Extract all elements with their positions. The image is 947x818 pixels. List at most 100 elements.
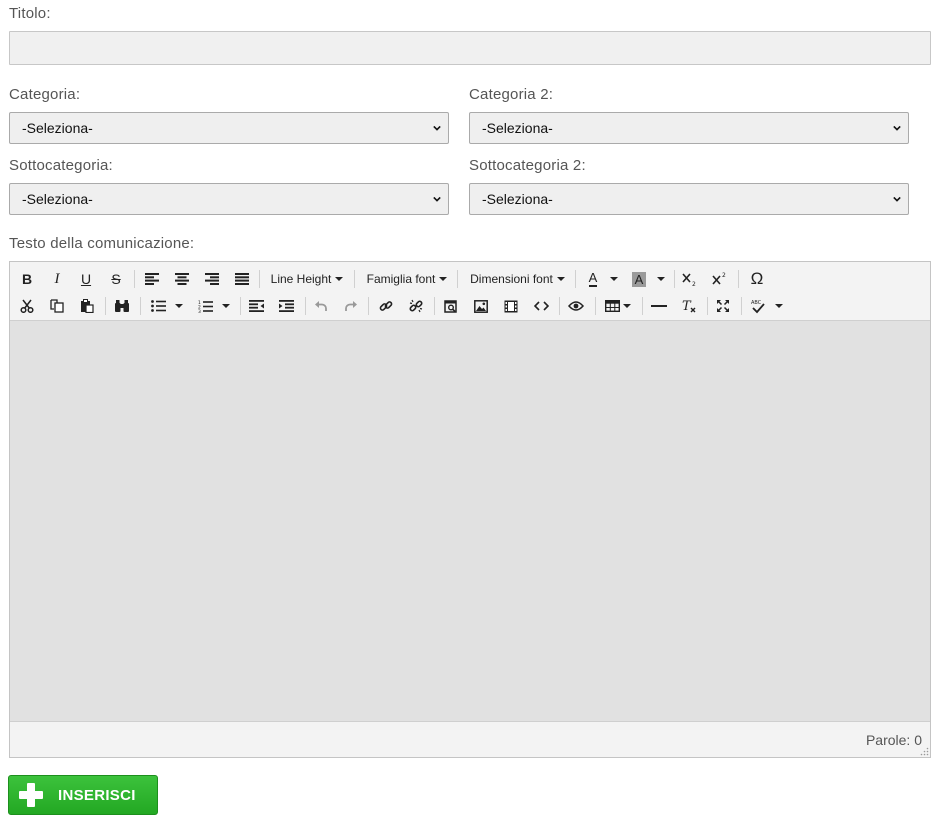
folder-search-icon xyxy=(444,300,457,313)
numbered-list-caret[interactable] xyxy=(220,295,232,317)
table-dropdown[interactable] xyxy=(601,295,635,317)
insert-link-button[interactable] xyxy=(376,295,396,317)
chevron-down-icon xyxy=(433,125,441,131)
copy-button[interactable] xyxy=(47,295,67,317)
film-icon xyxy=(504,300,518,312)
cut-button[interactable] xyxy=(17,295,37,317)
eye-icon xyxy=(568,301,584,311)
bold-button[interactable]: B xyxy=(18,268,36,290)
font-size-dropdown[interactable]: Dimensioni font xyxy=(465,268,570,290)
line-height-label: Line Height xyxy=(270,272,332,286)
paste-button[interactable] xyxy=(77,295,97,317)
title-input[interactable] xyxy=(9,31,931,65)
scissors-icon xyxy=(20,299,34,313)
undo-icon xyxy=(315,301,327,311)
remove-link-button[interactable] xyxy=(406,295,426,317)
underline-button[interactable]: U xyxy=(77,268,95,290)
background-color-caret[interactable] xyxy=(655,268,667,290)
redo-button[interactable] xyxy=(341,295,361,317)
text-color-caret[interactable] xyxy=(608,268,620,290)
toolbar-row-2: 123 T ABC xyxy=(10,293,930,319)
numbered-list-button[interactable]: 123 xyxy=(195,295,215,317)
toolbar-separator xyxy=(674,270,675,288)
category-select[interactable]: -Seleziona- xyxy=(9,112,449,144)
align-right-icon xyxy=(205,273,219,285)
subcategory2-select-value: -Seleziona- xyxy=(482,191,553,207)
font-size-label: Dimensioni font xyxy=(470,272,553,286)
fullscreen-icon xyxy=(717,300,729,312)
background-color-icon: A xyxy=(631,271,647,287)
numbered-list-icon: 123 xyxy=(198,300,213,313)
toolbar-separator xyxy=(105,297,106,315)
spellcheck-button[interactable]: ABC xyxy=(747,295,769,317)
toolbar-separator xyxy=(305,297,306,315)
paste-icon xyxy=(81,299,94,313)
chevron-down-icon xyxy=(433,196,441,202)
insert-image-button[interactable] xyxy=(471,295,491,317)
subscript-button[interactable]: 2 xyxy=(680,268,700,290)
redo-icon xyxy=(345,301,357,311)
toolbar-separator xyxy=(140,297,141,315)
strikethrough-button[interactable]: S xyxy=(107,268,125,290)
svg-text:2: 2 xyxy=(722,272,726,279)
subcategory2-select[interactable]: -Seleziona- xyxy=(469,183,909,215)
category-label: Categoria: xyxy=(9,86,81,103)
subscript-icon: 2 xyxy=(682,273,696,286)
bullet-list-button[interactable] xyxy=(148,295,168,317)
category2-select-value: -Seleziona- xyxy=(482,120,553,136)
fullscreen-button[interactable] xyxy=(712,295,734,317)
copy-icon xyxy=(50,299,64,313)
caret-down-icon xyxy=(175,304,183,308)
outdent-button[interactable] xyxy=(246,295,266,317)
toolbar-row-1: B I U S Line Height Famiglia font Dimens… xyxy=(10,266,930,292)
superscript-button[interactable]: 2 xyxy=(710,268,730,290)
svg-text:3: 3 xyxy=(198,309,201,313)
text-label: Testo della comunicazione: xyxy=(9,235,195,252)
svg-text:T: T xyxy=(682,299,692,313)
insert-video-button[interactable] xyxy=(501,295,521,317)
align-right-button[interactable] xyxy=(202,268,222,290)
toolbar-separator xyxy=(595,297,596,315)
outdent-icon xyxy=(248,300,264,312)
toolbar-separator xyxy=(741,297,742,315)
find-button[interactable] xyxy=(111,295,133,317)
toolbar-separator xyxy=(434,297,435,315)
clear-format-button[interactable]: T xyxy=(678,295,700,317)
resize-grip-icon[interactable] xyxy=(920,747,929,756)
subcategory2-label: Sottocategoria 2: xyxy=(469,157,586,174)
subcategory-select-value: -Seleziona- xyxy=(22,191,93,207)
background-color-button[interactable]: A xyxy=(628,268,650,290)
file-browser-button[interactable] xyxy=(441,295,461,317)
spellcheck-caret[interactable] xyxy=(773,295,785,317)
align-justify-button[interactable] xyxy=(232,268,252,290)
insert-button[interactable]: INSERISCI xyxy=(8,775,158,815)
editor-content-area[interactable] xyxy=(10,320,930,722)
preview-button[interactable] xyxy=(565,295,587,317)
source-code-button[interactable] xyxy=(531,295,551,317)
undo-button[interactable] xyxy=(311,295,331,317)
caret-down-icon xyxy=(439,277,448,281)
caret-down-icon xyxy=(556,277,565,281)
align-center-button[interactable] xyxy=(172,268,192,290)
svg-text:2: 2 xyxy=(692,281,696,286)
toolbar-separator xyxy=(240,297,241,315)
align-left-button[interactable] xyxy=(142,268,162,290)
italic-button[interactable]: I xyxy=(48,268,66,290)
horizontal-rule-button[interactable] xyxy=(648,295,670,317)
horizontal-line-icon xyxy=(651,305,667,307)
text-color-button[interactable]: A xyxy=(582,268,604,290)
link-icon xyxy=(379,301,393,311)
font-family-label: Famiglia font xyxy=(366,272,436,286)
category2-select[interactable]: -Seleziona- xyxy=(469,112,909,144)
font-family-dropdown[interactable]: Famiglia font xyxy=(362,268,452,290)
image-icon xyxy=(474,299,488,313)
toolbar-separator xyxy=(575,270,576,288)
caret-down-icon xyxy=(775,304,783,308)
bullet-list-caret[interactable] xyxy=(173,295,185,317)
category2-label: Categoria 2: xyxy=(469,86,554,103)
special-character-button[interactable]: Ω xyxy=(746,268,768,290)
subcategory-select[interactable]: -Seleziona- xyxy=(9,183,449,215)
line-height-dropdown[interactable]: Line Height xyxy=(267,268,347,290)
subcategory-label: Sottocategoria: xyxy=(9,157,113,174)
indent-button[interactable] xyxy=(276,295,296,317)
